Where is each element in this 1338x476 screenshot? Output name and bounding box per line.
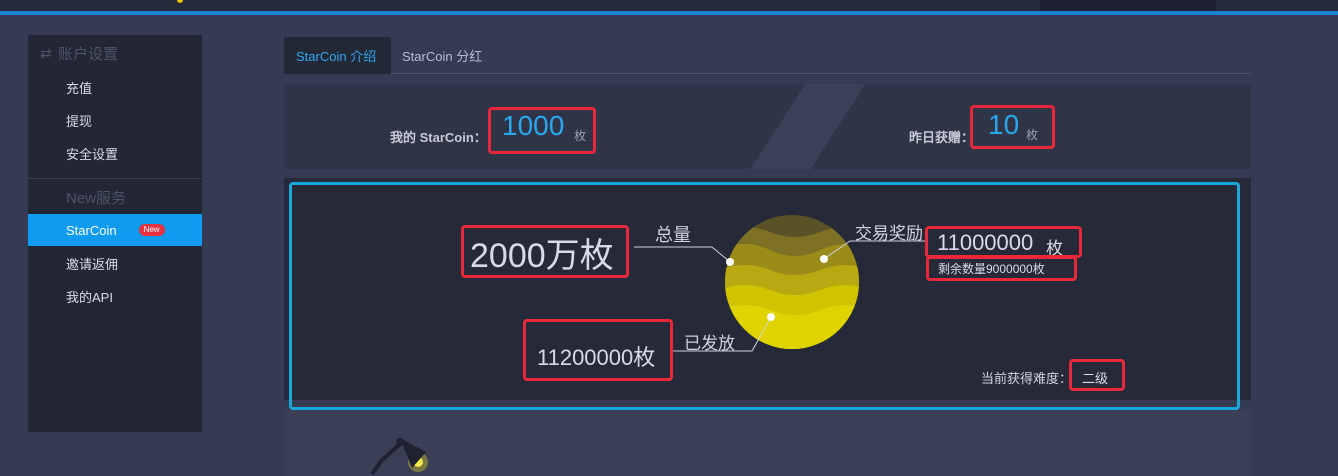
starcoin-info-highlight [289,182,1240,410]
lamp-icon [370,438,428,476]
